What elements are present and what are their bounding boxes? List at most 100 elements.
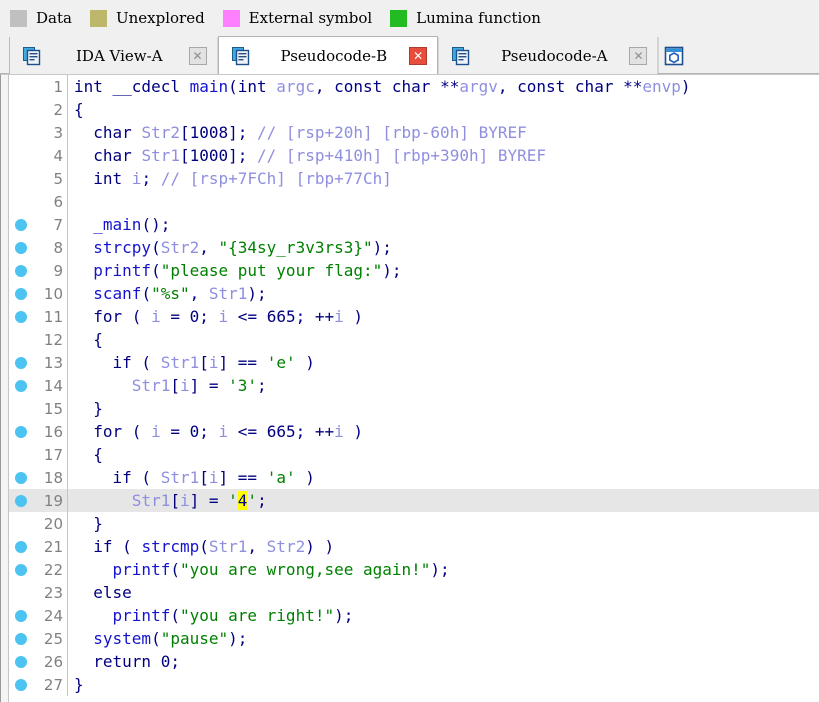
breakpoint-dot-icon[interactable] bbox=[9, 287, 33, 300]
code-line[interactable]: 14 Str1[i] = '3'; bbox=[9, 374, 819, 397]
code-line[interactable]: 25 system("pause"); bbox=[9, 627, 819, 650]
code-line[interactable]: 6 bbox=[9, 190, 819, 213]
code-line-text[interactable]: scanf("%s", Str1); bbox=[68, 284, 819, 303]
code-token-pun: } bbox=[74, 399, 103, 418]
breakpoint-dot-icon[interactable] bbox=[9, 356, 33, 369]
code-line-text[interactable]: printf("please put your flag:"); bbox=[68, 261, 819, 280]
code-line-text[interactable]: system("pause"); bbox=[68, 629, 819, 648]
breakpoint-dot-icon[interactable] bbox=[9, 218, 33, 231]
code-token-pun bbox=[74, 422, 93, 441]
code-line[interactable]: 15 } bbox=[9, 397, 819, 420]
code-token-pun: = bbox=[160, 422, 190, 441]
code-token-fn: system bbox=[93, 629, 152, 648]
code-token-str: "you are right!" bbox=[179, 606, 335, 625]
breakpoint-dot-icon[interactable] bbox=[9, 310, 33, 323]
code-line-text[interactable]: char Str2[1008]; // [rsp+20h] [rbp-60h] … bbox=[68, 123, 819, 142]
code-token-pun: ; bbox=[199, 422, 219, 441]
code-scroll-container[interactable]: 1 int __cdecl main(int argc, const char *… bbox=[9, 75, 819, 702]
code-line[interactable]: 12 { bbox=[9, 328, 819, 351]
code-line-text[interactable]: for ( i = 0; i <= 665; ++i ) bbox=[68, 422, 819, 441]
breakpoint-dot-icon bbox=[15, 264, 27, 277]
breakpoint-dot-icon[interactable] bbox=[9, 264, 33, 277]
code-line[interactable]: 3 char Str2[1008]; // [rsp+20h] [rbp-60h… bbox=[9, 121, 819, 144]
code-line[interactable]: 2{ bbox=[9, 98, 819, 121]
breakpoint-dot-icon[interactable] bbox=[9, 379, 33, 392]
code-line[interactable]: 5 int i; // [rsp+7FCh] [rbp+77Ch] bbox=[9, 167, 819, 190]
document-pages-icon bbox=[22, 46, 42, 66]
code-line[interactable]: 7 _main(); bbox=[9, 213, 819, 236]
code-line[interactable]: 19 Str1[i] = '4'; bbox=[9, 489, 819, 512]
tab-close-icon[interactable]: ✕ bbox=[188, 46, 207, 65]
breakpoint-dot-icon[interactable] bbox=[9, 609, 33, 622]
breakpoint-dot-icon[interactable] bbox=[9, 540, 33, 553]
code-line-text[interactable]: if ( strcmp(Str1, Str2) ) bbox=[68, 537, 819, 556]
tab-pseudocode-b[interactable]: Pseudocode-B ✕ bbox=[217, 36, 439, 74]
tab-pseudocode-a[interactable]: Pseudocode-A ✕ bbox=[438, 37, 659, 74]
breakpoint-dot-icon[interactable] bbox=[9, 632, 33, 645]
code-line[interactable]: 1 int __cdecl main(int argc, const char *… bbox=[9, 75, 819, 98]
breakpoint-dot-icon[interactable] bbox=[9, 494, 33, 507]
code-line-text[interactable]: printf("you are right!"); bbox=[68, 606, 819, 625]
line-number: 16 bbox=[43, 422, 63, 441]
tab-hex-view[interactable] bbox=[658, 37, 693, 74]
code-line-text[interactable]: { bbox=[68, 330, 819, 349]
code-line[interactable]: 23 else bbox=[9, 581, 819, 604]
breakpoint-dot-icon[interactable] bbox=[9, 655, 33, 668]
code-line-text[interactable]: return 0; bbox=[68, 652, 819, 671]
line-number: 4 bbox=[53, 146, 63, 165]
code-line-text[interactable]: Str1[i] = '4'; bbox=[68, 491, 819, 510]
breakpoint-dot-icon[interactable] bbox=[9, 678, 33, 691]
code-token-str: "please put your flag:" bbox=[160, 261, 383, 280]
code-line[interactable]: 10 scanf("%s", Str1); bbox=[9, 282, 819, 305]
code-line-text[interactable]: for ( i = 0; i <= 665; ++i ) bbox=[68, 307, 819, 326]
code-line-text[interactable]: else bbox=[68, 583, 819, 602]
code-token-pun: ; ++ bbox=[295, 422, 335, 441]
code-token-fn: strcmp bbox=[141, 537, 200, 556]
code-token-pun: ] = bbox=[189, 491, 229, 510]
code-line-text[interactable]: Str1[i] = '3'; bbox=[68, 376, 819, 395]
breakpoint-dot-icon[interactable] bbox=[9, 471, 33, 484]
code-token-fn: _main bbox=[93, 215, 142, 234]
code-line[interactable]: 22 printf("you are wrong,see again!"); bbox=[9, 558, 819, 581]
code-line[interactable]: 9 printf("please put your flag:"); bbox=[9, 259, 819, 282]
code-line[interactable]: 11 for ( i = 0; i <= 665; ++i ) bbox=[9, 305, 819, 328]
breakpoint-dot-icon[interactable] bbox=[9, 241, 33, 254]
code-line[interactable]: 8 strcpy(Str2, "{34sy_r3v3rs3}"); bbox=[9, 236, 819, 259]
breakpoint-dot-icon[interactable] bbox=[9, 563, 33, 576]
code-line-text[interactable]: } bbox=[68, 399, 819, 418]
code-token-var: i bbox=[218, 307, 229, 326]
code-line[interactable]: 21 if ( strcmp(Str1, Str2) ) bbox=[9, 535, 819, 558]
breakpoint-dot-icon[interactable] bbox=[9, 425, 33, 438]
tab-close-icon[interactable]: ✕ bbox=[629, 46, 648, 65]
breakpoint-dot-icon bbox=[15, 655, 27, 668]
tab-close-icon[interactable]: ✕ bbox=[409, 46, 428, 65]
code-line-text[interactable]: int __cdecl main(int argc, const char **… bbox=[68, 77, 819, 96]
code-line[interactable]: 18 if ( Str1[i] == 'a' ) bbox=[9, 466, 819, 489]
code-line-text[interactable]: } bbox=[68, 514, 819, 533]
pseudocode-editor[interactable]: 1 int __cdecl main(int argc, const char *… bbox=[0, 74, 819, 702]
code-token-pun: ; bbox=[141, 169, 161, 188]
breakpoint-dot-icon bbox=[15, 241, 27, 254]
code-line-text[interactable]: } bbox=[68, 675, 819, 694]
code-line-text[interactable]: { bbox=[68, 445, 819, 464]
code-line-text[interactable]: { bbox=[68, 100, 819, 119]
line-number: 25 bbox=[43, 629, 63, 648]
code-line[interactable]: 24 printf("you are right!"); bbox=[9, 604, 819, 627]
code-line-text[interactable]: int i; // [rsp+7FCh] [rbp+77Ch] bbox=[68, 169, 819, 188]
code-line-text[interactable]: if ( Str1[i] == 'e' ) bbox=[68, 353, 819, 372]
code-line-text[interactable]: if ( Str1[i] == 'a' ) bbox=[68, 468, 819, 487]
code-line[interactable]: 16 for ( i = 0; i <= 665; ++i ) bbox=[9, 420, 819, 443]
code-line[interactable]: 17 { bbox=[9, 443, 819, 466]
code-line-text[interactable]: strcpy(Str2, "{34sy_r3v3rs3}"); bbox=[68, 238, 819, 257]
code-line-text[interactable]: char Str1[1000]; // [rsp+410h] [rbp+390h… bbox=[68, 146, 819, 165]
code-line[interactable]: 26 return 0; bbox=[9, 650, 819, 673]
code-line[interactable]: 13 if ( Str1[i] == 'e' ) bbox=[9, 351, 819, 374]
tab-ida-view-a[interactable]: IDA View-A ✕ bbox=[9, 37, 218, 74]
code-token-pun: ( bbox=[151, 629, 161, 648]
code-line-text[interactable]: _main(); bbox=[68, 215, 819, 234]
code-token-pun: ); bbox=[382, 261, 402, 280]
code-line-text[interactable]: printf("you are wrong,see again!"); bbox=[68, 560, 819, 579]
code-line[interactable]: 20 } bbox=[9, 512, 819, 535]
code-line[interactable]: 27} bbox=[9, 673, 819, 696]
code-line[interactable]: 4 char Str1[1000]; // [rsp+410h] [rbp+39… bbox=[9, 144, 819, 167]
